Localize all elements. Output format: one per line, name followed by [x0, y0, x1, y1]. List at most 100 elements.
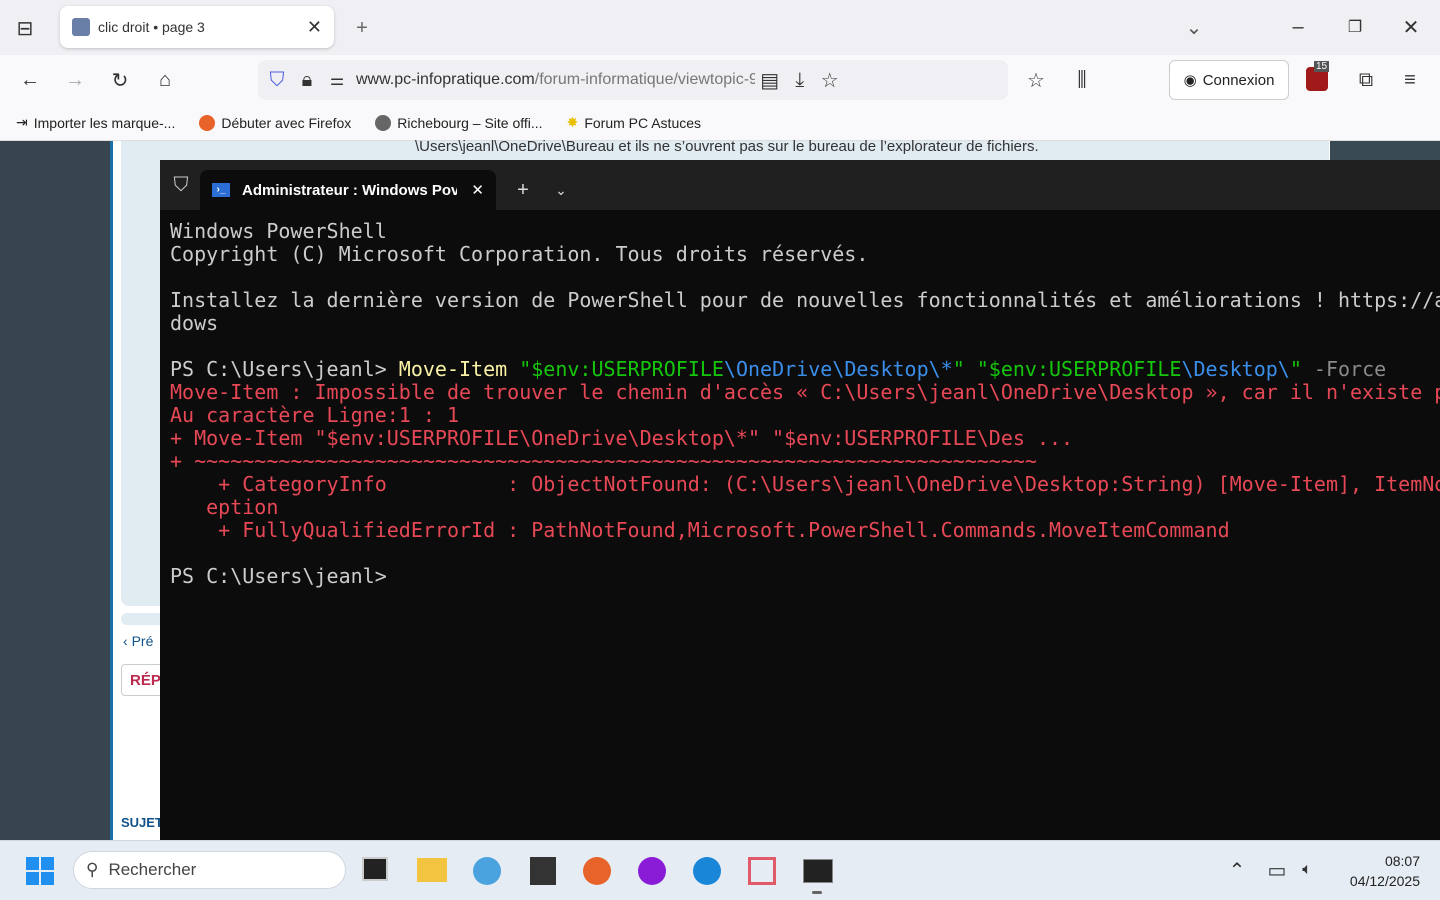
- reply-label: RÉP: [130, 672, 161, 689]
- back-icon[interactable]: ←: [15, 65, 45, 95]
- terminal-text: + Move-Item "$env:USERPROFILE\OneDrive\D…: [170, 426, 1074, 450]
- terminal-line: Au caractère Ligne:1 : 1: [170, 404, 1440, 427]
- bookmark-firefox[interactable]: Débuter avec Firefox: [199, 114, 352, 131]
- previous-topic-link[interactable]: ‹ Pré: [123, 633, 153, 649]
- account-icon: ◉: [1183, 72, 1197, 89]
- time: 08:07: [1384, 853, 1420, 869]
- terminal-text: ": [1289, 357, 1302, 381]
- extensions-icon[interactable]: ⧉: [1351, 65, 1381, 95]
- powershell-icon: ›_: [212, 183, 230, 197]
- connexion-button[interactable]: ◉ Connexion: [1169, 60, 1289, 100]
- terminal-line: Installez la dernière version de PowerSh…: [170, 289, 1440, 312]
- terminal-text: eption: [170, 495, 279, 519]
- network-icon[interactable]: ▭: [1262, 855, 1292, 885]
- admin-shield-icon: ⛉: [173, 173, 189, 196]
- url-bar[interactable]: ⛉ 🔒︎ ⚌ www.pc-infopratique.com /forum-in…: [258, 60, 1008, 100]
- terminal-text: Au caractère Ligne:1 : 1: [170, 403, 459, 427]
- extensions-star-icon[interactable]: ☆: [1021, 65, 1051, 95]
- terminal-text: Windows PowerShell: [170, 219, 387, 243]
- bookmark-label: Débuter avec Firefox: [221, 114, 352, 131]
- terminal-line: Windows PowerShell: [170, 220, 1440, 243]
- tab-list-icon[interactable]: ⊟: [10, 13, 40, 43]
- badge-count: 15: [1314, 61, 1330, 72]
- terminal-taskbar-icon[interactable]: [803, 859, 833, 883]
- bookmark-pc-astuces[interactable]: ✸ Forum PC Astuces: [567, 114, 701, 131]
- paint-icon[interactable]: [473, 857, 501, 885]
- tray-chevron-icon[interactable]: ⌃: [1222, 855, 1252, 885]
- close-window-icon[interactable]: ✕: [1396, 12, 1426, 42]
- close-tab-icon[interactable]: ✕: [307, 17, 322, 38]
- app-icon[interactable]: [530, 857, 556, 885]
- thunderbird-icon[interactable]: [693, 857, 721, 885]
- shield-icon[interactable]: ⛉: [262, 65, 292, 95]
- permissions-icon[interactable]: ⚌: [322, 65, 352, 95]
- new-terminal-tab-icon[interactable]: +: [508, 175, 538, 205]
- taskbar: ⚲ Rechercher ⌃ ▭ 🔈︎ 08:07 04/12/2025: [0, 840, 1440, 900]
- terminal-text: PS C:\Users\jeanl>: [170, 564, 387, 588]
- search-icon: ⚲: [86, 860, 99, 879]
- bookmark-import[interactable]: ⇥ Importer les marque-...: [16, 114, 175, 131]
- terminal-text: Copyright (C) Microsoft Corporation. Tou…: [170, 242, 869, 266]
- volume-icon[interactable]: 🔈︎: [1292, 855, 1322, 885]
- task-view-icon[interactable]: [362, 857, 388, 881]
- forward-icon[interactable]: →: [60, 65, 90, 95]
- minimize-icon[interactable]: –: [1283, 12, 1313, 42]
- menu-icon[interactable]: ≡: [1395, 65, 1425, 95]
- file-explorer-icon[interactable]: [417, 858, 447, 882]
- terminal-text: + CategoryInfo : ObjectNotFound: (C:\Use…: [170, 472, 1440, 496]
- save-page-icon[interactable]: ⤓: [785, 65, 815, 95]
- url-path: /forum-informatique/viewtopic-90558-0-as…: [534, 71, 755, 88]
- taskbar-search[interactable]: ⚲ Rechercher: [73, 851, 346, 889]
- start-icon[interactable]: [26, 857, 54, 885]
- tab-overflow-chevron-icon[interactable]: ⌄: [1179, 12, 1209, 42]
- bookmark-label: Richebourg – Site offi...: [397, 114, 543, 131]
- favicon-icon: [72, 18, 90, 36]
- home-icon[interactable]: ⌂: [150, 65, 180, 95]
- clock[interactable]: 08:07 04/12/2025: [1330, 851, 1420, 891]
- terminal-tab[interactable]: ›_ Administrateur : Windows Pov ✕: [200, 170, 496, 210]
- terminal-line: + CategoryInfo : ObjectNotFound: (C:\Use…: [170, 473, 1440, 496]
- terminal-line: Move-Item : Impossible de trouver le che…: [170, 381, 1440, 404]
- snipping-tool-icon[interactable]: [748, 857, 776, 885]
- tab-title: clic droit • page 3: [98, 19, 205, 35]
- terminal-text: PS C:\Users\jeanl>: [170, 357, 399, 381]
- reload-icon[interactable]: ↻: [105, 65, 135, 95]
- terminal-window[interactable]: ⛉ ›_ Administrateur : Windows Pov ✕ + ⌄ …: [160, 160, 1440, 840]
- bookmark-richebourg[interactable]: Richebourg – Site offi...: [375, 114, 543, 131]
- terminal-output[interactable]: Windows PowerShell Copyright (C) Microsof…: [170, 220, 1440, 588]
- bookmark-label: Forum PC Astuces: [584, 114, 702, 131]
- terminal-line: PS C:\Users\jeanl> Move-Item "$env:USERP…: [170, 358, 1440, 381]
- date: 04/12/2025: [1349, 873, 1420, 889]
- reader-view-icon[interactable]: ▤: [755, 65, 785, 95]
- terminal-text: Move-Item : Impossible de trouver le che…: [170, 380, 1440, 404]
- pc-astuces-icon: ✸: [566, 114, 579, 130]
- richebourg-icon: [375, 114, 392, 131]
- bookmark-label: Importer les marque-...: [33, 114, 176, 131]
- terminal-text: dows: [170, 311, 219, 335]
- terminal-dropdown-icon[interactable]: ⌄: [546, 175, 576, 205]
- close-terminal-tab-icon[interactable]: ✕: [471, 181, 484, 199]
- firefox-taskbar-icon[interactable]: [583, 857, 611, 885]
- terminal-line: dows: [170, 312, 1440, 335]
- browser-tab-strip: ⊟ clic droit • page 3 ✕ + ⌄ – ❐ ✕: [0, 0, 1440, 55]
- library-icon[interactable]: ⫼: [1067, 65, 1097, 95]
- restore-icon[interactable]: ❐: [1340, 12, 1370, 42]
- import-icon: ⇥: [16, 114, 28, 130]
- terminal-line: Copyright (C) Microsoft Corporation. Tou…: [170, 243, 1440, 266]
- firefox-icon: [199, 114, 216, 131]
- lock-icon[interactable]: 🔒︎: [292, 65, 322, 95]
- browser-tab[interactable]: clic droit • page 3 ✕: [60, 6, 334, 48]
- new-tab-icon[interactable]: +: [347, 13, 377, 43]
- ublock-icon[interactable]: 15: [1306, 61, 1330, 91]
- vpn-icon[interactable]: [638, 857, 666, 885]
- terminal-line: + Move-Item "$env:USERPROFILE\OneDrive\D…: [170, 427, 1440, 450]
- terminal-text: Move-Item: [398, 357, 520, 381]
- connexion-label: Connexion: [1202, 71, 1275, 89]
- terminal-text: "$env:USERPROFILE: [519, 357, 724, 381]
- bookmark-star-icon[interactable]: ☆: [815, 65, 845, 95]
- terminal-tab-bar: ⛉ ›_ Administrateur : Windows Pov ✕ + ⌄: [160, 160, 1440, 210]
- url-domain: www.pc-infopratique.com: [356, 71, 535, 88]
